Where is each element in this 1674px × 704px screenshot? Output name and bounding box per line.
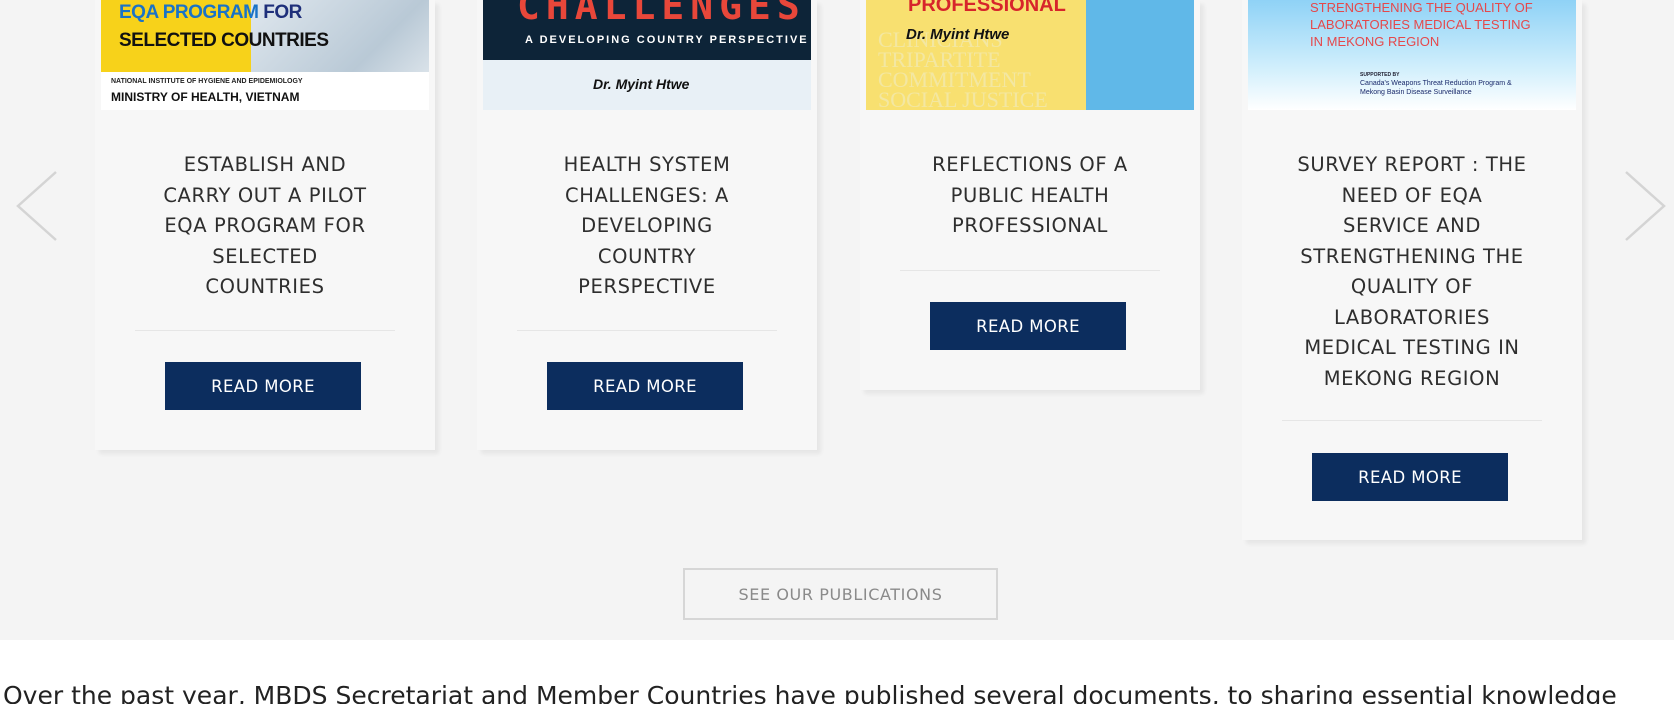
cover-text: SELECTED COUNTRIES <box>119 30 329 51</box>
publication-title[interactable]: HEALTH SYSTEM CHALLENGES: A DEVELOPING C… <box>497 150 797 303</box>
title-line: DEVELOPING <box>581 214 713 237</box>
title-line: MEKONG REGION <box>1323 366 1501 390</box>
read-more-button[interactable]: READ MORE <box>930 302 1126 350</box>
publication-card: CLINICIANS TRIPARTITE COMMITMENT SOCIAL … <box>860 0 1200 390</box>
publication-cover-image[interactable]: EQA PROGRAM FOR SELECTED COUNTRIES NATIO… <box>101 0 429 110</box>
publication-title[interactable]: ESTABLISH AND CARRY OUT A PILOT EQA PROG… <box>115 150 415 303</box>
cover-text: SUPPORTED BY <box>1360 72 1400 78</box>
title-line: SURVEY REPORT : THE <box>1297 153 1527 176</box>
cover-text: EQA PROGRAM <box>119 2 259 23</box>
cover-text: Mekong Basin Disease Surveillance <box>1360 89 1472 96</box>
publication-cover-image[interactable]: CLINICIANS TRIPARTITE COMMITMENT SOCIAL … <box>866 0 1194 110</box>
publication-cover-image[interactable]: STRENGTHENING THE QUALITY OF LABORATORIE… <box>1248 0 1576 110</box>
title-line: PROFESSIONAL <box>951 214 1109 237</box>
cover-text: CHALLENGES <box>517 0 806 28</box>
title-line: REFLECTIONS OF A <box>932 153 1128 176</box>
cover-text: NATIONAL INSTITUTE OF HYGIENE AND EPIDEM… <box>111 78 303 85</box>
title-line: STRENGTHENING THE <box>1300 244 1524 268</box>
card-divider <box>135 330 395 331</box>
publication-title[interactable]: SURVEY REPORT : THE NEED OF EQA SERVICE … <box>1262 150 1562 394</box>
title-line: LABORATORIES <box>1333 305 1491 329</box>
cover-text: STRENGTHENING THE QUALITY OF <box>1310 0 1533 15</box>
cover-text: A DEVELOPING COUNTRY PERSPECTIVE <box>525 34 809 46</box>
read-more-button[interactable]: READ MORE <box>547 362 743 410</box>
title-line: HEALTH SYSTEM <box>563 153 731 176</box>
chevron-left-icon <box>16 171 57 241</box>
title-line: QUALITY OF <box>1350 275 1474 298</box>
title-line: ESTABLISH AND <box>183 153 347 176</box>
publication-card: CHALLENGES A DEVELOPING COUNTRY PERSPECT… <box>477 0 817 450</box>
read-more-button[interactable]: READ MORE <box>165 362 361 410</box>
title-line: SELECTED <box>212 244 318 268</box>
title-line: CARRY OUT A PILOT <box>163 183 367 207</box>
title-line: SERVICE AND <box>1343 214 1481 237</box>
publications-section: EQA PROGRAM FOR SELECTED COUNTRIES NATIO… <box>0 0 1674 640</box>
cover-text: PROFESSIONAL <box>908 0 1066 16</box>
title-line: MEDICAL TESTING IN <box>1304 336 1520 359</box>
publication-cover-image[interactable]: CHALLENGES A DEVELOPING COUNTRY PERSPECT… <box>483 0 811 110</box>
intro-paragraph: Over the past year, MBDS Secretariat and… <box>3 681 1617 704</box>
cover-text: Canada's Weapons Threat Reduction Progra… <box>1360 80 1512 87</box>
title-line: COUNTRIES <box>205 275 325 298</box>
cover-text: MINISTRY OF HEALTH, VIETNAM <box>111 90 300 104</box>
cover-text: Dr. Myint Htwe <box>906 26 1010 43</box>
title-line: PUBLIC HEALTH <box>950 183 1110 207</box>
see-our-publications-button[interactable]: SEE OUR PUBLICATIONS <box>683 568 998 620</box>
carousel-next-arrow[interactable] <box>1622 170 1668 242</box>
title-line: PERSPECTIVE <box>578 275 716 298</box>
cover-text: FOR <box>263 2 302 23</box>
title-line: NEED OF EQA <box>1341 183 1483 207</box>
carousel-prev-arrow[interactable] <box>14 170 60 242</box>
title-line: EQA PROGRAM FOR <box>164 214 366 237</box>
publication-title[interactable]: REFLECTIONS OF A PUBLIC HEALTH PROFESSIO… <box>880 150 1180 242</box>
card-divider <box>900 270 1160 271</box>
title-line: CHALLENGES: A <box>565 183 729 207</box>
cover-text: IN MEKONG REGION <box>1310 34 1440 49</box>
title-line: COUNTRY <box>597 244 697 268</box>
publication-card: EQA PROGRAM FOR SELECTED COUNTRIES NATIO… <box>95 0 435 450</box>
card-divider <box>517 330 777 331</box>
publication-card: STRENGTHENING THE QUALITY OF LABORATORIE… <box>1242 0 1582 540</box>
card-divider <box>1282 420 1542 421</box>
read-more-button[interactable]: READ MORE <box>1312 453 1508 501</box>
cover-text: LABORATORIES MEDICAL TESTING <box>1310 17 1531 32</box>
chevron-right-icon <box>1625 171 1666 241</box>
cover-text: Dr. Myint Htwe <box>593 76 690 92</box>
